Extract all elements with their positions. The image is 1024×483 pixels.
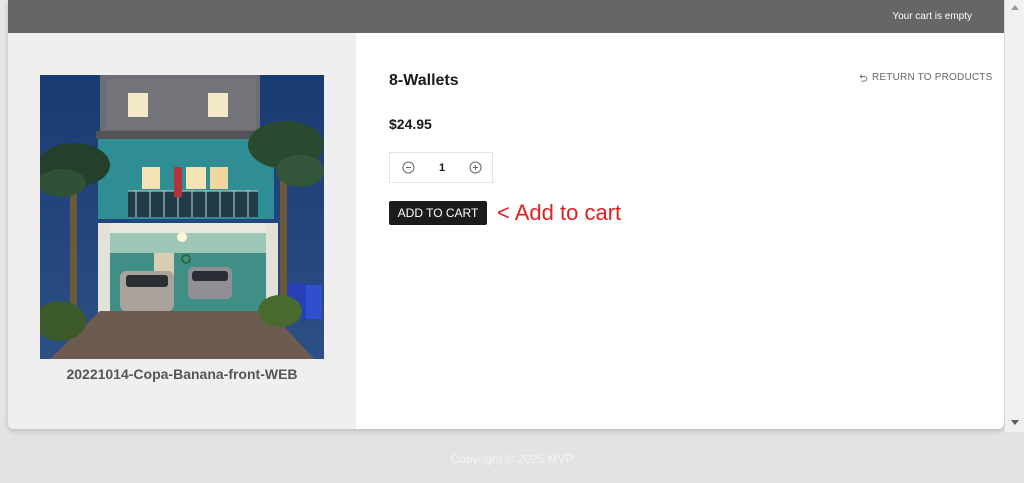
cart-bar: Your cart is empty bbox=[8, 0, 1004, 33]
scroll-down-icon[interactable] bbox=[1011, 420, 1019, 425]
add-to-cart-button[interactable]: ADD TO CART bbox=[389, 201, 487, 225]
product-image bbox=[40, 75, 324, 359]
plus-circle-icon[interactable] bbox=[469, 161, 482, 174]
add-to-cart-annotation: < Add to cart bbox=[497, 200, 622, 225]
return-link-label: RETURN TO PRODUCTS bbox=[872, 72, 993, 83]
scroll-thumb[interactable] bbox=[1009, 14, 1020, 414]
product-price: $24.95 bbox=[389, 116, 432, 132]
quantity-stepper: 1 bbox=[389, 152, 493, 183]
product-title: 8-Wallets bbox=[389, 72, 459, 89]
product-modal: Your cart is empty 20221014-Copa-Banana-… bbox=[8, 0, 1004, 429]
image-caption: 20221014-Copa-Banana-front-WEB bbox=[66, 366, 298, 382]
copyright-text: Copyright © 2025 MVP bbox=[450, 452, 574, 466]
return-arrow-icon bbox=[859, 73, 868, 82]
image-panel: 20221014-Copa-Banana-front-WEB bbox=[8, 33, 356, 429]
page-scrollbar[interactable] bbox=[1005, 0, 1024, 432]
scroll-up-icon[interactable] bbox=[1011, 5, 1019, 10]
minus-circle-icon[interactable] bbox=[402, 161, 415, 174]
return-to-products-link[interactable]: RETURN TO PRODUCTS bbox=[858, 72, 992, 83]
house-photo bbox=[40, 75, 324, 359]
quantity-value[interactable]: 1 bbox=[434, 162, 450, 174]
cart-status[interactable]: Your cart is empty bbox=[892, 11, 972, 22]
